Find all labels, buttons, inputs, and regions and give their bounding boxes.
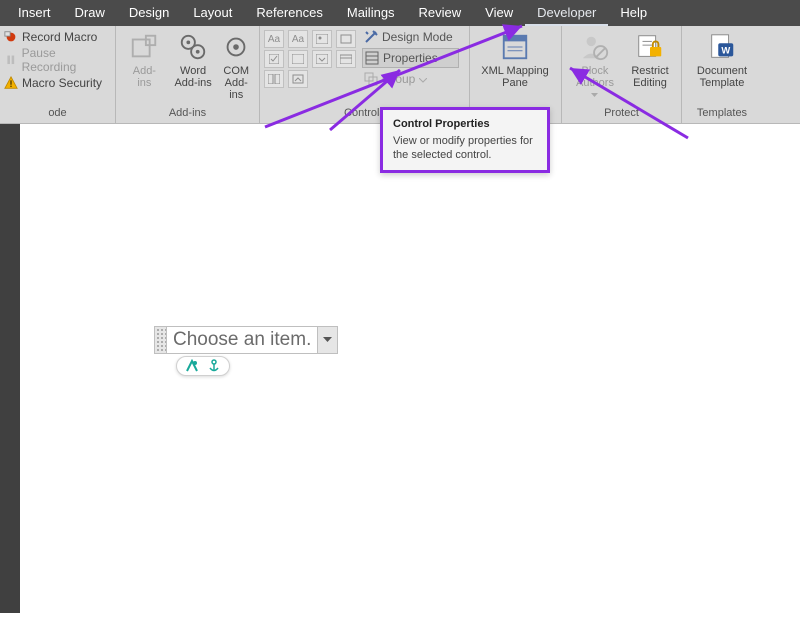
macro-security-label: Macro Security	[22, 76, 102, 90]
menu-draw[interactable]: Draw	[63, 0, 117, 26]
group-code-label: ode	[4, 107, 111, 121]
macro-security-button[interactable]: Macro Security	[4, 76, 102, 90]
word-addins-button[interactable]: WordAdd-ins	[169, 28, 218, 89]
com-addins-l1: COM	[219, 65, 253, 77]
layout-options-icon[interactable]	[185, 359, 199, 373]
menu-help[interactable]: Help	[608, 0, 659, 26]
record-macro-icon	[4, 30, 18, 44]
group-code: Record Macro Pause Recording Macro Secur…	[0, 26, 116, 123]
group-addins: Add-ins WordAdd-ins COMAdd-ins Add-ins	[116, 26, 260, 123]
floating-mini-toolbar[interactable]	[176, 356, 230, 376]
word-addins-l2: Add-ins	[174, 77, 211, 89]
warning-icon	[4, 76, 18, 90]
restrict-editing-icon	[635, 32, 665, 62]
gear-single-icon	[221, 32, 251, 62]
record-macro-button[interactable]: Record Macro	[4, 30, 97, 44]
workspace	[0, 124, 800, 613]
gear-icon	[178, 32, 208, 62]
group-addins-label: Add-ins	[120, 107, 255, 121]
addins-l1: Add-	[133, 65, 156, 77]
doc-l1: Document	[697, 65, 747, 77]
menu-insert[interactable]: Insert	[6, 0, 63, 26]
document-page[interactable]	[20, 124, 800, 624]
addins-l2: ins	[133, 77, 156, 89]
block-authors-icon	[580, 32, 610, 62]
addins-button[interactable]: Add-ins	[120, 28, 169, 89]
properties-tooltip: Control Properties View or modify proper…	[380, 107, 550, 173]
menu-design[interactable]: Design	[117, 0, 181, 26]
content-control-handle[interactable]	[155, 327, 167, 353]
menu-layout[interactable]: Layout	[181, 0, 244, 26]
com-addins-button[interactable]: COMAdd-ins	[217, 28, 255, 101]
content-control-dropdown[interactable]: Choose an item.	[154, 326, 338, 354]
tooltip-title: Control Properties	[393, 118, 537, 130]
tooltip-body: View or modify properties for the select…	[393, 134, 537, 162]
pause-icon	[4, 53, 18, 67]
record-macro-label: Record Macro	[22, 30, 97, 44]
content-control-chevron[interactable]	[317, 327, 337, 353]
addins-icon	[129, 32, 159, 62]
com-addins-l2: Add-ins	[219, 77, 253, 101]
doc-l2: Template	[697, 77, 747, 89]
pause-recording-label: Pause Recording	[22, 46, 111, 74]
document-template-icon: W	[707, 32, 737, 62]
pause-recording-button: Pause Recording	[4, 46, 111, 74]
word-addins-l1: Word	[174, 65, 211, 77]
arrow-to-xml	[558, 60, 698, 150]
svg-text:W: W	[721, 46, 730, 56]
anchor-icon[interactable]	[207, 359, 221, 373]
content-control-placeholder[interactable]: Choose an item.	[167, 327, 317, 353]
